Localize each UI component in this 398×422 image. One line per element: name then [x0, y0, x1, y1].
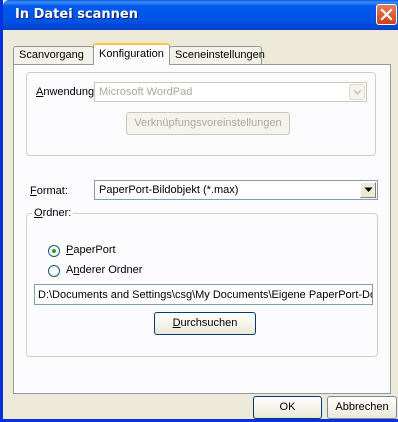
- dialog-body: Scanvorgang Konfiguration Sceneinstellun…: [6, 30, 398, 419]
- format-dropdown-button[interactable]: [360, 182, 376, 198]
- chevron-down-icon: [353, 89, 362, 95]
- tab-konfiguration[interactable]: Konfiguration: [93, 43, 170, 65]
- application-select-value: Microsoft WordPad: [99, 86, 193, 98]
- format-label: Format:: [30, 185, 68, 197]
- format-select[interactable]: PaperPort-Bildobjekt (*.max): [94, 180, 378, 200]
- chevron-down-icon: [364, 187, 373, 192]
- browse-button-label: Durchsuchen: [172, 317, 238, 329]
- radio-paperport-label[interactable]: PaperPort: [66, 244, 116, 256]
- format-select-value: PaperPort-Bildobjekt (*.max): [99, 184, 239, 196]
- folder-path-value: D:\Documents and Settings\csg\My Documen…: [38, 289, 373, 301]
- window-title: In Datei scannen: [15, 7, 138, 22]
- folder-path-field[interactable]: D:\Documents and Settings\csg\My Documen…: [34, 284, 373, 305]
- cancel-button-label: Abbrechen: [335, 401, 389, 413]
- tab-panel-konfiguration: Anwendung: Microsoft WordPad Verknüpfung…: [13, 64, 391, 394]
- radio-other-folder-label[interactable]: Anderer Ordner: [66, 264, 142, 276]
- tab-scanvorgang[interactable]: Scanvorgang: [13, 46, 94, 64]
- cancel-button[interactable]: Abbrechen: [327, 396, 397, 419]
- dialog-window: In Datei scannen Scanvorgang Konfigurati…: [0, 0, 398, 422]
- radio-paperport[interactable]: [48, 245, 60, 257]
- close-button[interactable]: [376, 4, 397, 25]
- title-bar[interactable]: In Datei scannen: [3, 0, 398, 30]
- application-label: Anwendung:: [36, 86, 98, 98]
- browse-button[interactable]: Durchsuchen: [154, 312, 256, 335]
- ok-button-label: OK: [279, 401, 296, 413]
- application-dropdown-button[interactable]: [349, 84, 365, 100]
- ok-button[interactable]: OK: [253, 396, 322, 419]
- close-icon: [380, 8, 393, 21]
- folder-group-label: Ordner:: [34, 207, 72, 219]
- radio-other-folder[interactable]: [48, 265, 60, 277]
- application-select[interactable]: Microsoft WordPad: [94, 82, 367, 102]
- link-settings-button-label: Verknüpfungsvoreinstellungen: [134, 117, 282, 129]
- tab-sceneinstellungen[interactable]: Sceneinstellungen: [169, 46, 265, 64]
- link-settings-button[interactable]: Verknüpfungsvoreinstellungen: [126, 112, 290, 135]
